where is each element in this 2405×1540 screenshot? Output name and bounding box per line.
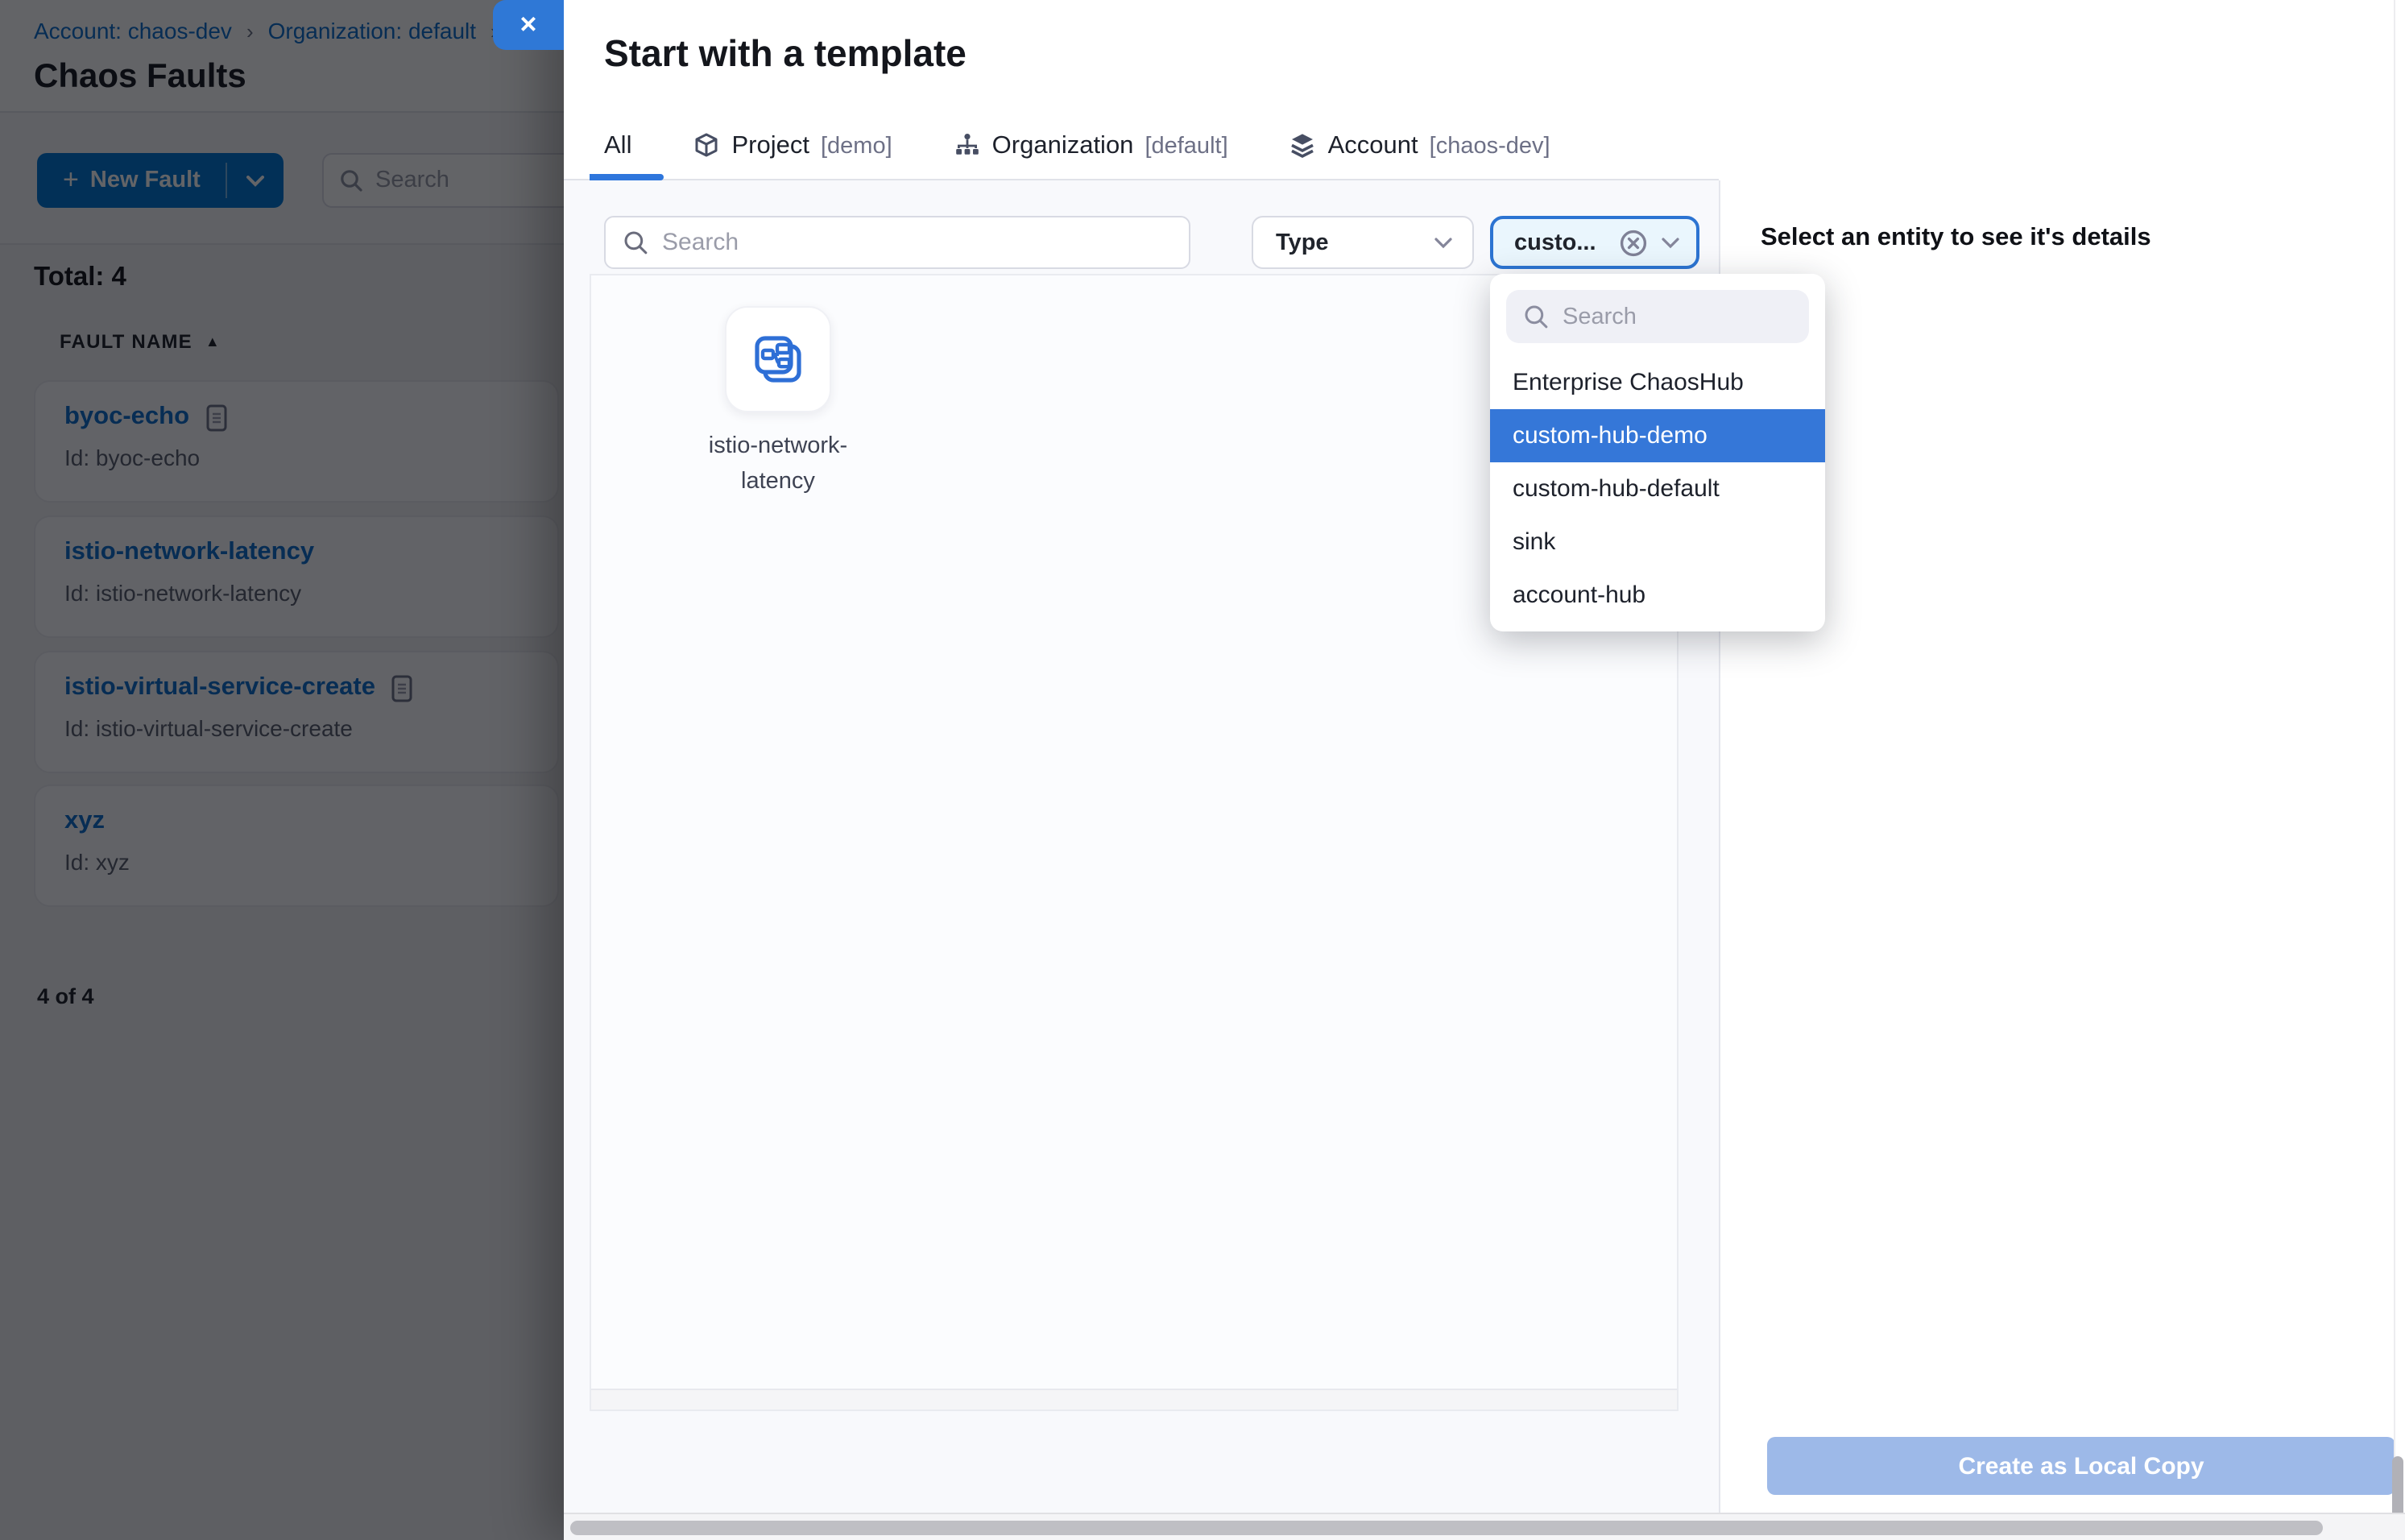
horizontal-scrollbar-thumb[interactable] <box>570 1521 2323 1535</box>
create-as-local-copy-button[interactable]: Create as Local Copy <box>1767 1437 2395 1495</box>
scope-tabs: All Project [demo] Organization [default… <box>564 113 1719 180</box>
experiment-template-icon <box>747 329 809 390</box>
hub-dropdown-search-box <box>1506 290 1809 343</box>
chevron-down-icon <box>1661 236 1680 249</box>
tab-organization[interactable]: Organization [default] <box>954 131 1228 160</box>
hub-option-sink[interactable]: sink <box>1490 515 1825 569</box>
hub-option-account-hub[interactable]: account-hub <box>1490 569 1825 622</box>
template-card-istio-network-latency[interactable]: istio-network-latency <box>670 306 886 500</box>
org-hierarchy-icon <box>954 132 981 159</box>
close-button[interactable]: ✕ <box>493 0 564 50</box>
horizontal-scrollbar-track <box>564 1513 2405 1540</box>
cube-icon <box>693 132 720 159</box>
active-tab-indicator <box>590 174 664 180</box>
layers-icon <box>1289 132 1317 159</box>
grid-horizontal-scrollbar[interactable] <box>591 1389 1677 1410</box>
chevron-down-icon <box>1434 236 1453 249</box>
app-root: Account: chaos-dev›Organization: default… <box>0 0 2405 1540</box>
hub-filter-value: custo... <box>1514 230 1606 255</box>
tab-project[interactable]: Project [demo] <box>693 131 892 160</box>
search-icon <box>1524 304 1548 329</box>
template-search-input[interactable] <box>662 229 1145 256</box>
tab-all-label: All <box>604 131 631 160</box>
tab-organization-badge: [default] <box>1145 133 1227 159</box>
start-with-template-drawer: ✕ Start with a template All Project [dem… <box>564 0 2405 1540</box>
template-browse-pane: Type custo... <box>564 180 1719 1513</box>
tab-project-label: Project <box>731 131 809 160</box>
tab-project-badge: [demo] <box>821 133 892 159</box>
clear-filter-icon[interactable] <box>1619 228 1648 257</box>
details-empty-state: Select an entity to see it's details <box>1761 224 2151 253</box>
hub-filter-select[interactable]: custo... <box>1490 216 1699 269</box>
drawer-title: Start with a template <box>604 32 967 76</box>
tab-organization-label: Organization <box>992 131 1134 160</box>
tab-account-badge: [chaos-dev] <box>1430 133 1550 159</box>
hub-dropdown-menu: Enterprise ChaosHub custom-hub-demo cust… <box>1490 274 1825 631</box>
tab-account[interactable]: Account [chaos-dev] <box>1289 131 1550 160</box>
vertical-scrollbar-track <box>2394 0 2395 1513</box>
template-card-label: istio-network-latency <box>683 430 873 500</box>
type-filter-label: Type <box>1276 230 1329 255</box>
search-icon <box>623 230 648 255</box>
tab-all[interactable]: All <box>604 131 631 160</box>
tab-account-label: Account <box>1328 131 1418 160</box>
hub-option-custom-hub-demo[interactable]: custom-hub-demo <box>1490 409 1825 462</box>
hub-option-enterprise-chaoshub[interactable]: Enterprise ChaosHub <box>1490 356 1825 409</box>
hub-dropdown-search-input[interactable] <box>1563 304 1788 329</box>
template-search-box <box>604 216 1190 269</box>
type-filter-select[interactable]: Type <box>1252 216 1474 269</box>
hub-option-custom-hub-default[interactable]: custom-hub-default <box>1490 462 1825 515</box>
template-tile <box>725 306 831 412</box>
